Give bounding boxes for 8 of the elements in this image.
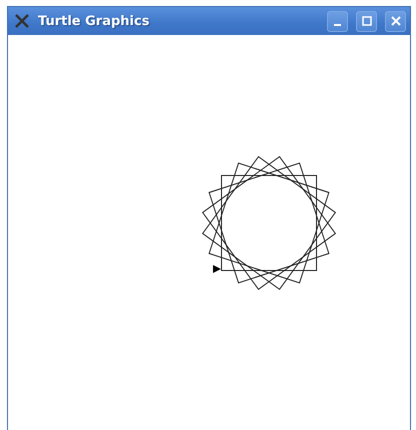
maximize-button[interactable] bbox=[356, 10, 377, 32]
app-icon bbox=[14, 13, 30, 29]
close-icon bbox=[390, 16, 400, 26]
minimize-button[interactable] bbox=[327, 10, 348, 32]
minimize-icon bbox=[334, 24, 341, 26]
window-title: Turtle Graphics bbox=[38, 14, 150, 28]
maximize-icon bbox=[362, 16, 372, 26]
close-button[interactable] bbox=[385, 10, 406, 32]
